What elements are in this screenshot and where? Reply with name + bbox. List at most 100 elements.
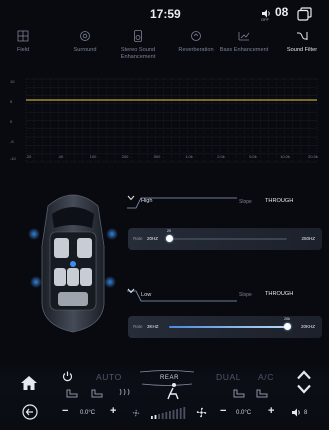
status-bar: 17:59 OFF 08 [0, 0, 329, 26]
fan-small-icon[interactable] [132, 409, 140, 417]
eq-graph-canvas [25, 78, 318, 163]
ac-button[interactable]: A/C [258, 372, 274, 382]
dual-button[interactable]: DUAL [216, 372, 241, 382]
low-rate-fill [169, 326, 287, 328]
tab-reverberation[interactable]: Reverberation [169, 30, 223, 66]
stereo-icon [134, 30, 142, 42]
y-tick: 0 [10, 119, 13, 124]
fan-speed-bar [161, 413, 164, 419]
high-rate-knob[interactable] [165, 235, 173, 242]
fan-speed-bar [169, 411, 171, 419]
tab-surround[interactable]: Surround [58, 30, 112, 66]
chevron-down-icon[interactable] [127, 195, 135, 201]
low-filter-header: Low Slope THROUGH [127, 288, 321, 308]
high-rate-knob-label: 20 [167, 229, 171, 233]
high-rate-max: 250HZ [301, 236, 315, 241]
tab-label: Bass Enhancement [219, 47, 269, 53]
high-rate-label: Rate [133, 236, 143, 241]
seat-heat-right-icon[interactable] [232, 386, 246, 398]
low-filter-title: Low [141, 292, 152, 298]
high-rate-track[interactable]: 20 [165, 229, 287, 242]
eq-graph [22, 77, 321, 164]
low-slope-value[interactable]: THROUGH [265, 291, 293, 297]
x-tick: 20.0k [308, 154, 318, 159]
fan-large-icon[interactable] [196, 407, 207, 418]
x-tick: 20 [26, 154, 32, 159]
x-tick: 2.0k [217, 154, 225, 159]
high-slope-label: Slope [239, 199, 252, 205]
reverb-icon [191, 31, 201, 41]
right-temp-plus[interactable]: + [268, 405, 274, 417]
defrost-icon[interactable] [118, 386, 132, 398]
y-tick: 10 [10, 79, 15, 84]
tab-field[interactable]: Field [6, 30, 40, 66]
auto-button[interactable]: AUTO [96, 372, 122, 382]
back-icon[interactable] [22, 404, 38, 420]
x-tick: 5.0k [249, 154, 257, 159]
fan-speed-bar [176, 409, 178, 419]
rear-button[interactable]: REAR [160, 375, 179, 381]
climate-bar: AUTO REAR DUAL A/C − 0.0°C + − 0.0°C + 8 [0, 364, 329, 430]
y-tick: -10 [10, 156, 16, 161]
sound-mode-tabs: Field Surround Stereo Sound Enhancement … [0, 30, 329, 66]
tab-label: Sound Filter [286, 47, 318, 53]
fan-speed-bar [172, 410, 175, 419]
low-rate-min: 3KHZ [147, 324, 159, 329]
tab-label: Field [16, 47, 30, 53]
fan-speed-bar [158, 414, 160, 419]
fan-level: 8 [304, 410, 308, 416]
high-rate-slider: Rate 20HZ 20 250HZ [128, 228, 322, 250]
seat-vent-right-icon[interactable] [255, 386, 269, 398]
chevron-down-icon[interactable] [127, 288, 135, 294]
chevron-down-icon[interactable] [297, 384, 311, 394]
high-filter-header: High Slope THROUGH [127, 195, 321, 215]
low-rate-track[interactable]: 20k [169, 317, 291, 330]
low-rate-knob-label: 20k [284, 317, 290, 321]
seat-vent-icon[interactable] [90, 386, 104, 398]
low-slope-label: Slope [239, 292, 252, 298]
fan-speed-bar [183, 407, 186, 419]
tab-label: Stereo Sound Enhancement [120, 47, 156, 60]
x-tick: 10.0k [280, 154, 290, 159]
tab-label: Surround [73, 47, 97, 53]
tab-sound-filter[interactable]: Sound Filter [279, 30, 325, 66]
tab-stereo[interactable]: Stereo Sound Enhancement [113, 30, 163, 66]
field-icon [17, 30, 29, 42]
speaker-icon[interactable] [292, 408, 302, 417]
fan-speed-bar [154, 415, 157, 419]
fan-speed-bars[interactable] [150, 406, 188, 420]
tab-label: Reverberation [178, 47, 214, 53]
home-icon[interactable] [20, 374, 38, 392]
tab-bass[interactable]: Bass Enhancement [219, 30, 269, 66]
fan-speed-bar [165, 412, 168, 419]
high-slope-value[interactable]: THROUGH [265, 198, 293, 204]
x-tick: 100 [89, 154, 97, 159]
low-rate-slider: Rate 3KHZ 20k 20KHZ [128, 316, 322, 338]
window-icon[interactable] [297, 7, 312, 21]
y-tick: -5 [10, 139, 14, 144]
chevron-up-icon[interactable] [297, 370, 311, 380]
low-rate-knob[interactable] [283, 323, 291, 330]
power-icon[interactable] [62, 371, 73, 382]
x-tick: 200 [121, 154, 129, 159]
bass-icon [238, 32, 250, 41]
high-filter-title: High [141, 198, 153, 204]
left-temp-plus[interactable]: + [110, 405, 116, 417]
clock: 17:59 [150, 7, 181, 21]
car-topview-image [28, 194, 118, 333]
x-tick: 40 [58, 154, 64, 159]
filter-icon [297, 32, 308, 40]
surround-icon [80, 31, 90, 41]
x-tick: 500 [153, 154, 161, 159]
right-temp-value: 0.0°C [236, 410, 252, 416]
x-tick: 1.0k [185, 154, 193, 159]
seat-heat-icon[interactable] [65, 386, 79, 398]
left-temp-minus[interactable]: − [62, 405, 68, 417]
left-temp-value: 0.0°C [80, 410, 96, 416]
eq-x-ticks: 20 40 100 200 500 1.0k 2.0k 5.0k 10.0k 2… [27, 154, 321, 162]
high-rate-min: 20HZ [147, 236, 159, 241]
airflow-seat-icon[interactable] [164, 382, 182, 400]
right-temp-minus[interactable]: − [220, 405, 226, 417]
fan-speed-bar [179, 408, 182, 419]
volume-sublabel: OFF [261, 17, 269, 22]
